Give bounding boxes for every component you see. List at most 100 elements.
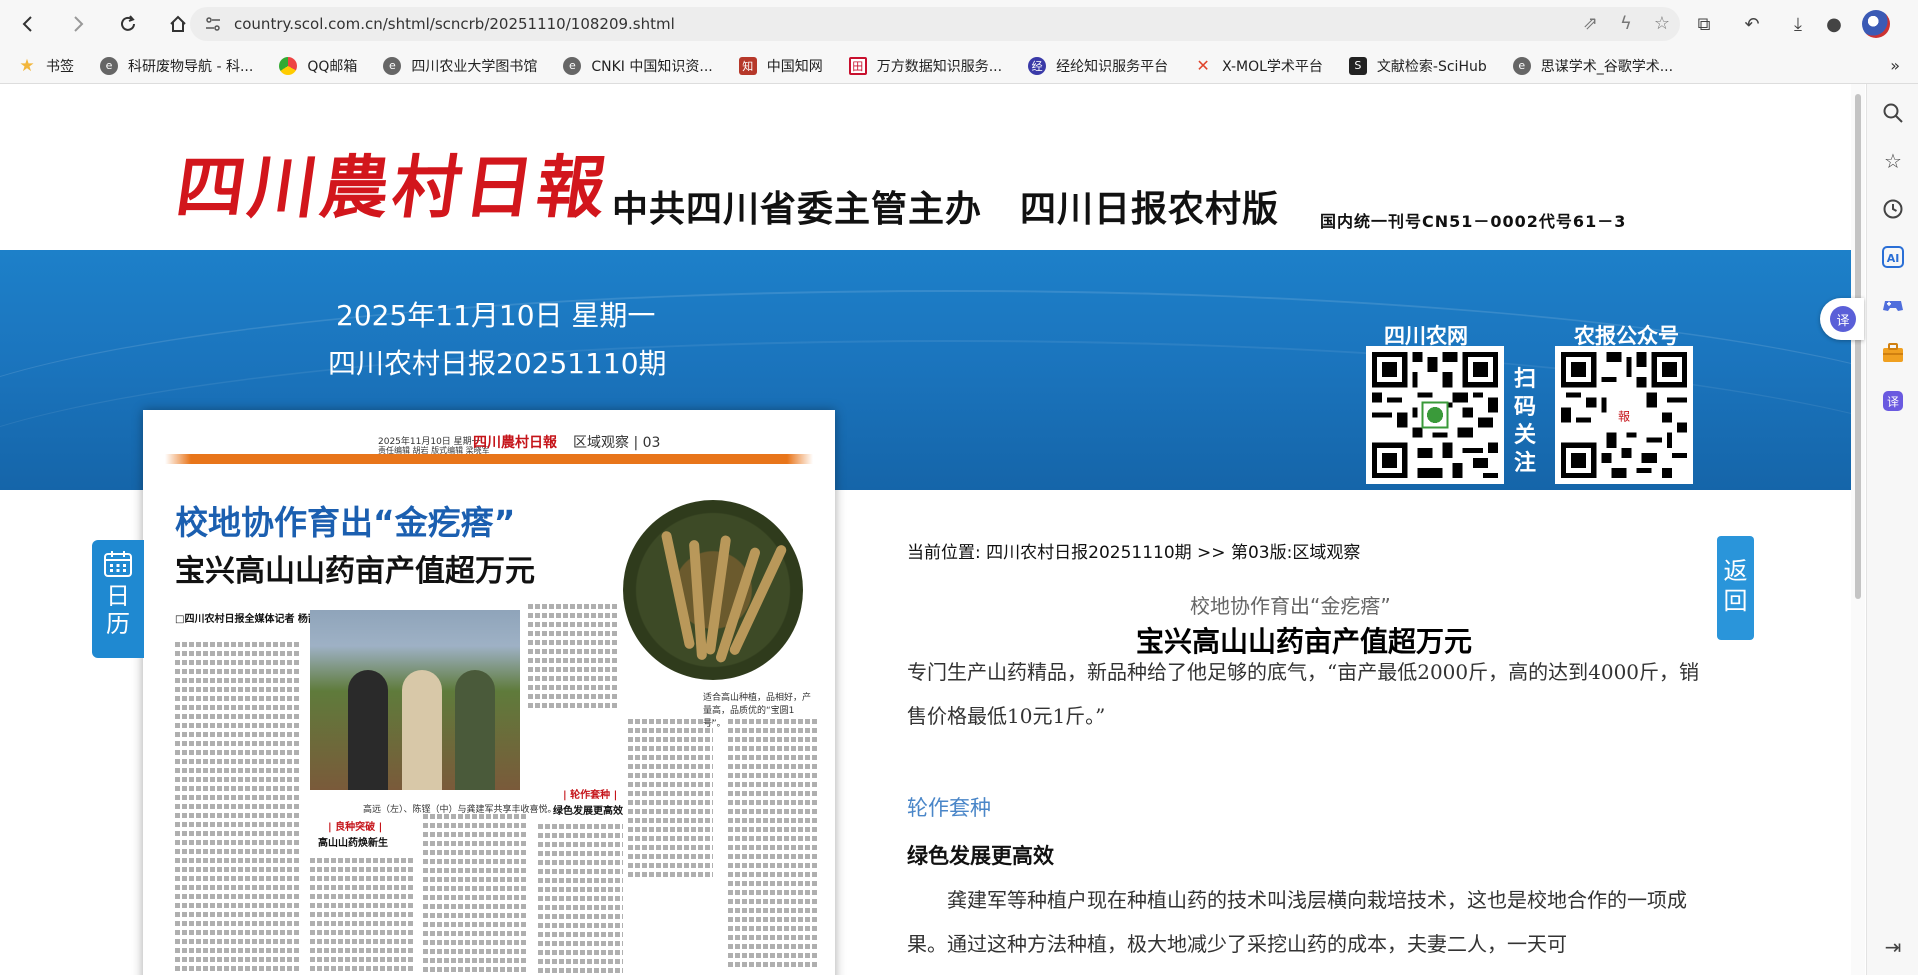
bookmark-item[interactable]: S 文献检索-SciHub [1348, 56, 1487, 76]
bookmark-label: 书签 [46, 58, 74, 75]
breadcrumb: 当前位置: 四川农村日报20251110期 >> 第03版:区域观察 [907, 543, 1361, 563]
article-paragraph: 专门生产山药精品，新品种给了他足够的底气，“亩产最低2000斤，高的达到4000… [907, 660, 1700, 728]
bookmark-item[interactable]: e 科研废物导航 - 科... [100, 56, 253, 76]
home-icon [170, 15, 186, 32]
scrollbar-thumb[interactable] [1855, 94, 1861, 599]
bookmark-item[interactable]: ✕ X-MOL学术平台 [1194, 56, 1323, 76]
history-sync-icon[interactable]: ↶ [1736, 8, 1768, 40]
issue-date: 2025年11月10日 星期一 [336, 299, 656, 332]
bookmark-item[interactable]: 知 中国知网 [738, 56, 823, 76]
bookmark-item[interactable]: e 四川农业大学图书馆 [383, 56, 537, 76]
slogan-left: 中共四川省委主管主办 [612, 189, 983, 230]
bookmark-item[interactable]: 田 万方数据知识服务... [848, 56, 1003, 76]
calendar-label: 日历 [106, 582, 130, 638]
person [455, 670, 495, 790]
translate-icon: 译 [1830, 306, 1856, 332]
chevron-right-icon[interactable]: » [1890, 56, 1900, 75]
newspaper-page-image[interactable]: 2025年11月10日 星期一 责任编辑 胡岩 版式编辑 梁晓军 四川農村日報 … [143, 410, 835, 975]
scan-follow-text: 扫码关注 [1514, 367, 1537, 476]
newspaper-logo[interactable]: 四川農村日報 [171, 132, 617, 231]
paper-subhead-a2: 高山山药焕新生 [318, 838, 388, 849]
arrow-left-icon [22, 16, 32, 32]
bookmark-label: 文献检索-SciHub [1376, 58, 1487, 75]
profile-avatar[interactable] [1862, 10, 1890, 38]
return-button[interactable]: 返回 [1717, 536, 1754, 640]
bookmark-item[interactable]: ★ 书签 [18, 56, 74, 76]
issue-number: 四川农村日报20251110期 [328, 347, 667, 380]
history-clock-icon[interactable] [1880, 196, 1906, 222]
lightning-icon[interactable]: ϟ [1620, 13, 1632, 34]
paper-column-text [628, 715, 713, 895]
share-icon[interactable]: ⇗ [1583, 13, 1598, 34]
issn-text: 国内统一刊号CN51－0002代号61－3 [1320, 212, 1627, 231]
paper-column-text [175, 638, 300, 975]
browser-side-panel: ☆ AI 译 ⇥ [1866, 84, 1918, 975]
edge-icon: e [563, 56, 582, 75]
edge-icon: e [1512, 56, 1531, 75]
bookmark-item[interactable]: 经 经纶知识服务平台 [1028, 56, 1168, 76]
bookmark-label: CNKI 中国知识资... [591, 58, 713, 75]
article-section-heading: 轮作套种 [907, 796, 991, 820]
person [348, 670, 388, 790]
favorites-star-icon[interactable]: ☆ [1880, 148, 1906, 174]
reload-icon [121, 15, 135, 31]
slogan-right: 四川日报农村版 [1020, 189, 1280, 230]
paper-title-line1: 校地协作育出“金疙瘩” [175, 503, 516, 542]
page-scrollbar[interactable] [1851, 84, 1865, 975]
address-bar[interactable]: country.scol.com.cn/shtml/scncrb/2025111… [190, 7, 1680, 41]
paper-column-text [538, 820, 623, 975]
reload-button[interactable] [110, 6, 146, 42]
qr-code-icon [1372, 352, 1498, 478]
toolbox-icon[interactable] [1880, 340, 1906, 366]
search-icon[interactable] [1880, 100, 1906, 126]
site-info-icon[interactable] [204, 15, 222, 33]
person [402, 670, 442, 790]
extensions-icon[interactable]: ⧉ [1688, 8, 1720, 40]
svg-text:報: 報 [1618, 410, 1630, 424]
star-icon: ★ [19, 55, 35, 76]
back-button[interactable] [10, 6, 46, 42]
bookmark-label: 经纶知识服务平台 [1056, 58, 1169, 75]
bookmarks-bar: ★ 书签 e 科研废物导航 - 科... QQ邮箱 e 四川农业大学图书馆 e … [0, 48, 1918, 84]
paper-column-text [528, 600, 618, 720]
paper-subhead-b: | 轮作套种 | [563, 790, 618, 801]
paper-subhead-a: | 良种突破 | [328, 822, 383, 833]
cnki-icon: 知 [738, 56, 757, 75]
bookmark-item[interactable]: e 思谋学术_谷歌学术... [1512, 56, 1673, 76]
qr-code-nongwang [1366, 346, 1504, 484]
download-icon[interactable]: ⤓ [1782, 8, 1814, 40]
collapse-panel-icon[interactable]: ⇥ [1880, 934, 1906, 960]
article-paragraph: 龚建军等种植户现在种植山药的技术叫浅层横向栽培技术，这也是校地合作的一项成果。通… [907, 888, 1687, 956]
ai-assistant-icon[interactable]: AI [1880, 244, 1906, 270]
browser-toolbar: country.scol.com.cn/shtml/scncrb/2025111… [0, 0, 1918, 48]
paper-column-text [728, 715, 818, 975]
edge-icon: e [100, 56, 118, 75]
bookmark-label: X-MOL学术平台 [1222, 58, 1323, 75]
paper-subhead-b2: 绿色发展更高效 [553, 806, 623, 817]
paper-header: 2025年11月10日 星期一 责任编辑 胡岩 版式编辑 梁晓军 四川農村日報 … [163, 432, 813, 455]
paper-orange-rule [165, 454, 813, 464]
translate-icon[interactable]: 译 [1880, 388, 1906, 414]
svg-text:译: 译 [1887, 395, 1899, 409]
yam-photo [623, 500, 803, 680]
translate-floating-button[interactable]: 译 [1820, 298, 1864, 340]
forward-button[interactable] [60, 6, 96, 42]
games-icon[interactable] [1880, 292, 1906, 318]
scihub-icon: S [1348, 56, 1367, 75]
adblock-icon[interactable]: ● [1818, 8, 1850, 40]
bookmark-label: 万方数据知识服务... [876, 58, 1003, 75]
bookmark-label: QQ邮箱 [307, 58, 358, 75]
url-text[interactable]: country.scol.com.cn/shtml/scncrb/2025111… [234, 15, 675, 33]
paper-header-section: 区域观察 | 03 [573, 435, 661, 451]
article-subtitle: 校地协作育出“金疙瘩” [1190, 594, 1391, 618]
edge-icon: e [383, 56, 402, 75]
masthead-slogan: 中共四川省委主管主办 四川日报农村版 [612, 180, 1279, 232]
article-section-subheading: 绿色发展更高效 [907, 844, 1054, 868]
masthead: 四川農村日報 中共四川省委主管主办 四川日报农村版 国内统一刊号CN51－0002… [0, 84, 1851, 250]
calendar-tab[interactable]: 日历 [92, 540, 144, 658]
favorite-star-icon[interactable]: ☆ [1654, 13, 1670, 34]
return-label: 返回 [1723, 557, 1748, 615]
bookmark-item[interactable]: e CNKI 中国知识资... [563, 56, 713, 76]
bookmark-item[interactable]: QQ邮箱 [279, 56, 357, 76]
bookmark-label: 四川农业大学图书馆 [411, 58, 538, 75]
